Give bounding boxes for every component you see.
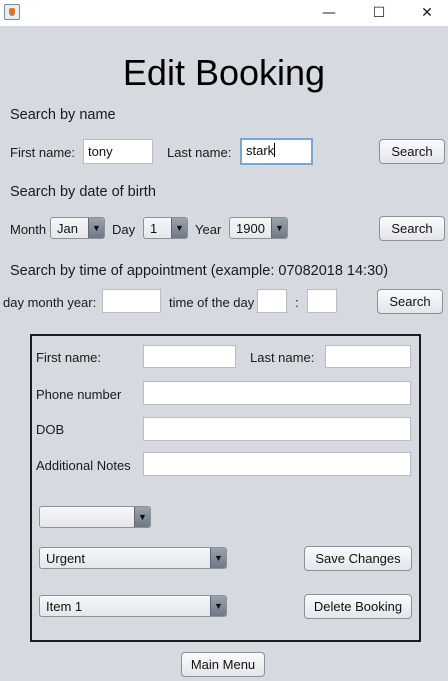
year-select-value: 1900 [236, 221, 265, 236]
item-select-value: Item 1 [46, 599, 83, 614]
month-label: Month [10, 222, 47, 237]
hour-input[interactable] [257, 289, 287, 313]
main-menu-button[interactable]: Main Menu [181, 652, 265, 677]
chevron-down-icon: ▼ [88, 218, 104, 238]
page-title: Edit Booking [122, 52, 326, 93]
year-select[interactable]: 1900 ▼ [229, 217, 288, 239]
minimize-button[interactable]: — [306, 0, 352, 26]
month-select-value: Jan [57, 221, 78, 236]
maximize-button[interactable]: ☐ [356, 0, 402, 26]
search-last-name-input[interactable]: stark [240, 138, 313, 165]
search-first-name-input[interactable]: tony [83, 139, 153, 164]
dob-input[interactable] [143, 417, 411, 441]
search-by-dob-button[interactable]: Search [379, 216, 445, 241]
chevron-down-icon: ▼ [171, 218, 187, 238]
search-by-time-button[interactable]: Search [377, 289, 443, 314]
day-label: Day [112, 222, 136, 237]
priority-select[interactable]: Urgent ▼ [39, 547, 227, 569]
date-input[interactable] [102, 289, 161, 313]
year-label: Year [195, 222, 222, 237]
close-button[interactable]: ✕ [404, 0, 448, 26]
search-last-name-value: stark [246, 143, 275, 158]
time-of-day-label: time of the day [169, 295, 255, 310]
details-last-name-label: Last name: [250, 350, 315, 365]
day-select-value: 1 [150, 221, 158, 236]
item-select[interactable]: Item 1 ▼ [39, 595, 227, 617]
chevron-down-icon: ▼ [134, 507, 150, 527]
text-caret [274, 143, 276, 157]
window-titlebar: — ☐ ✕ [0, 0, 448, 26]
unnamed-select-value [40, 507, 134, 527]
search-by-dob-heading: Search by date of birth [10, 184, 156, 200]
search-by-name-heading: Search by name [10, 107, 116, 123]
minute-input[interactable] [307, 289, 337, 313]
phone-number-label: Phone number [36, 387, 122, 402]
date-label: day month year: [3, 295, 97, 310]
chevron-down-icon: ▼ [210, 596, 226, 616]
details-first-name-label: First name: [36, 350, 102, 365]
priority-select-value: Urgent [46, 551, 86, 566]
details-first-name-input[interactable] [143, 345, 236, 368]
search-last-name-label: Last name: [167, 145, 232, 160]
chevron-down-icon: ▼ [210, 548, 226, 568]
chevron-down-icon: ▼ [271, 218, 287, 238]
dob-label: DOB [36, 422, 65, 437]
save-changes-button[interactable]: Save Changes [304, 546, 412, 571]
search-by-name-button[interactable]: Search [379, 139, 445, 164]
search-first-name-label: First name: [10, 145, 76, 160]
additional-notes-label: Additional Notes [36, 458, 131, 473]
month-select[interactable]: Jan ▼ [50, 217, 105, 239]
unnamed-select[interactable]: ▼ [39, 506, 151, 528]
phone-number-input[interactable] [143, 381, 411, 405]
java-app-icon [4, 4, 20, 20]
day-select[interactable]: 1 ▼ [143, 217, 188, 239]
delete-booking-button[interactable]: Delete Booking [304, 594, 412, 619]
details-last-name-input[interactable] [325, 345, 411, 368]
search-by-time-heading: Search by time of appointment (example: … [10, 263, 389, 279]
time-colon: : [295, 295, 299, 310]
additional-notes-input[interactable] [143, 452, 411, 476]
